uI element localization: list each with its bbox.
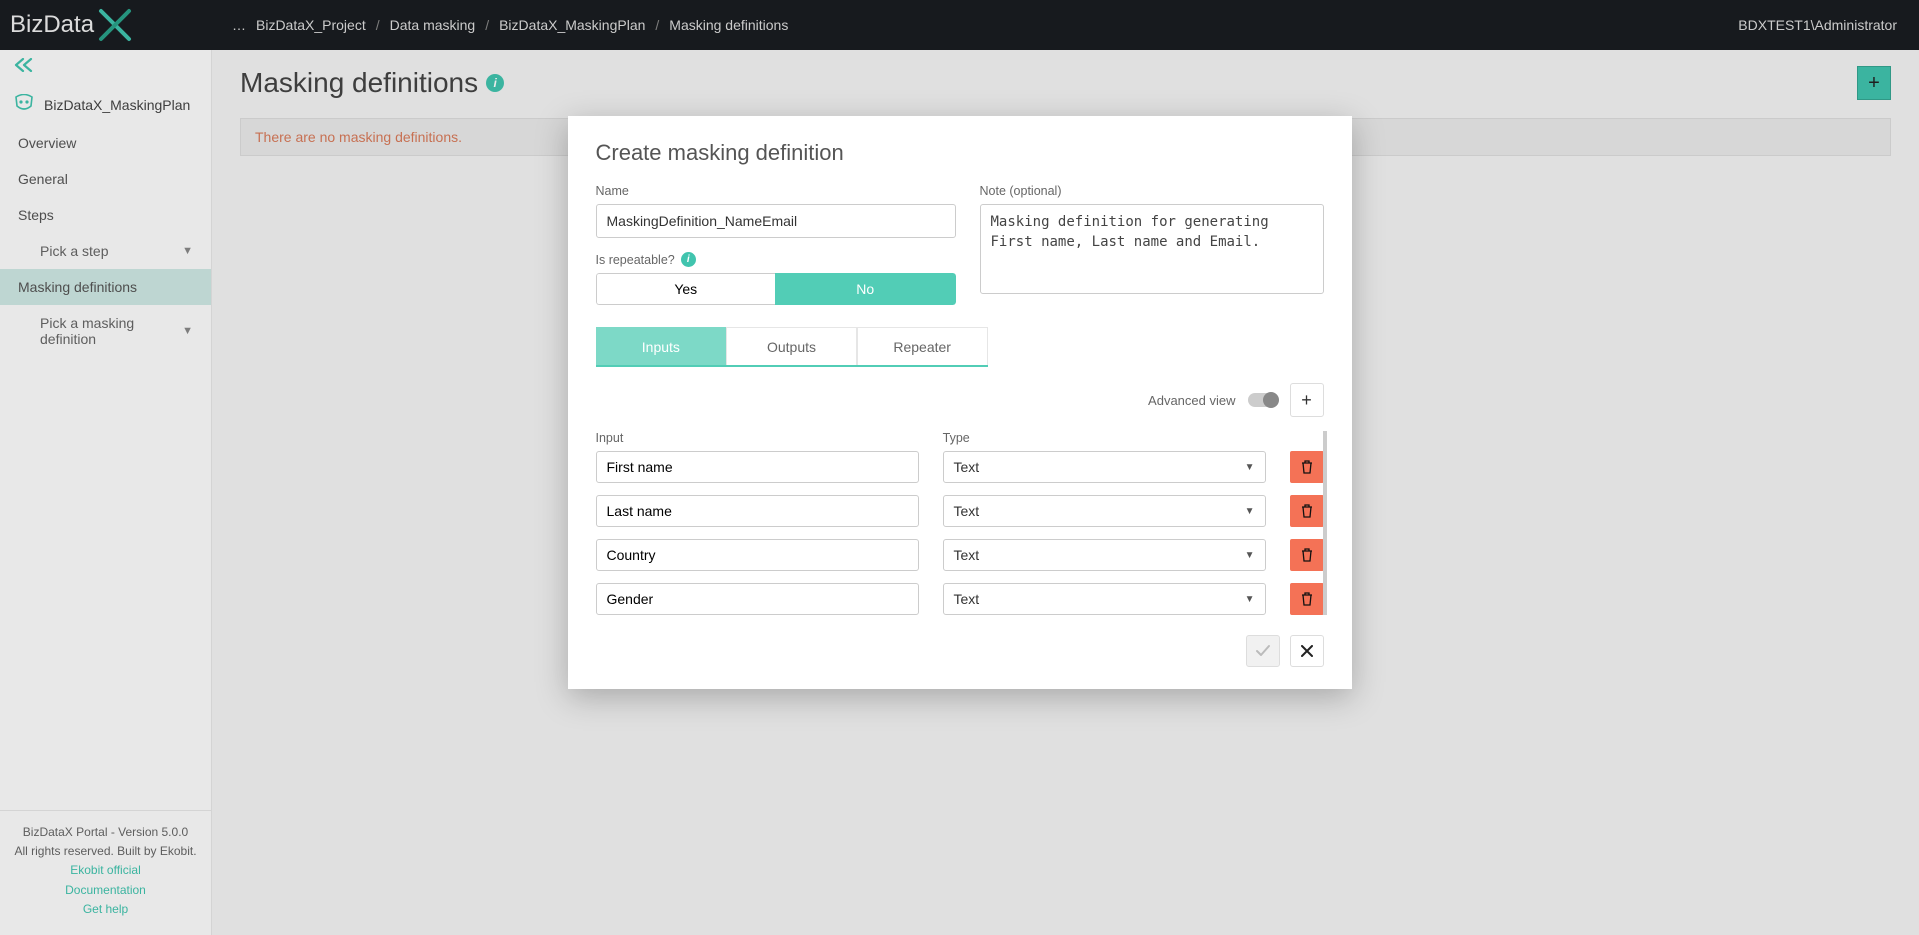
dialog-tabs: Inputs Outputs Repeater <box>596 327 988 367</box>
trash-icon <box>1300 548 1314 562</box>
inputs-grid: Input Type Text ▼ Text ▼ Text ▼ Text ▼ <box>596 431 1324 615</box>
info-icon[interactable]: i <box>681 252 696 267</box>
input-type-select[interactable]: Text ▼ <box>943 495 1266 527</box>
chevron-down-icon: ▼ <box>1245 594 1255 605</box>
input-name-field[interactable] <box>596 583 919 615</box>
trash-icon <box>1300 592 1314 606</box>
input-type-select[interactable]: Text ▼ <box>943 583 1266 615</box>
input-name-field[interactable] <box>596 451 919 483</box>
grid-row: Text ▼ <box>596 451 1324 483</box>
grid-header-input: Input <box>596 431 919 445</box>
input-name-field[interactable] <box>596 539 919 571</box>
chevron-down-icon: ▼ <box>1245 506 1255 517</box>
select-value: Text <box>954 547 980 563</box>
cancel-button[interactable] <box>1290 635 1324 667</box>
select-value: Text <box>954 591 980 607</box>
repeatable-label: Is repeatable? i <box>596 252 956 267</box>
tab-inputs[interactable]: Inputs <box>596 327 727 365</box>
grid-row: Text ▼ <box>596 583 1324 615</box>
plus-icon: + <box>1301 390 1312 411</box>
grid-header-type: Type <box>943 431 1266 445</box>
input-type-select[interactable]: Text ▼ <box>943 539 1266 571</box>
delete-row-button[interactable] <box>1290 451 1324 483</box>
grid-row: Text ▼ <box>596 495 1324 527</box>
input-type-select[interactable]: Text ▼ <box>943 451 1266 483</box>
check-icon <box>1255 644 1271 658</box>
tab-repeater[interactable]: Repeater <box>857 327 988 365</box>
select-value: Text <box>954 503 980 519</box>
close-icon <box>1301 645 1313 657</box>
confirm-button[interactable] <box>1246 635 1280 667</box>
chevron-down-icon: ▼ <box>1245 462 1255 473</box>
delete-row-button[interactable] <box>1290 539 1324 571</box>
note-label: Note (optional) <box>980 184 1324 198</box>
add-input-row-button[interactable]: + <box>1290 383 1324 417</box>
note-textarea[interactable] <box>980 204 1324 294</box>
advanced-view-label: Advanced view <box>1148 393 1235 408</box>
select-value: Text <box>954 459 980 475</box>
trash-icon <box>1300 460 1314 474</box>
name-input[interactable] <box>596 204 956 238</box>
repeatable-label-text: Is repeatable? <box>596 253 675 267</box>
chevron-down-icon: ▼ <box>1245 550 1255 561</box>
grid-scrollbar[interactable] <box>1323 431 1327 615</box>
repeatable-yes-button[interactable]: Yes <box>596 273 776 305</box>
advanced-view-toggle[interactable] <box>1248 393 1278 407</box>
create-masking-definition-dialog: Create masking definition Name Is repeat… <box>568 116 1352 689</box>
delete-row-button[interactable] <box>1290 583 1324 615</box>
name-label: Name <box>596 184 956 198</box>
grid-row: Text ▼ <box>596 539 1324 571</box>
dialog-title: Create masking definition <box>596 140 1324 166</box>
input-name-field[interactable] <box>596 495 919 527</box>
trash-icon <box>1300 504 1314 518</box>
repeatable-no-button[interactable]: No <box>775 273 956 305</box>
repeatable-segmented: Yes No <box>596 273 956 305</box>
tab-outputs[interactable]: Outputs <box>726 327 857 365</box>
dialog-actions <box>596 635 1324 667</box>
delete-row-button[interactable] <box>1290 495 1324 527</box>
